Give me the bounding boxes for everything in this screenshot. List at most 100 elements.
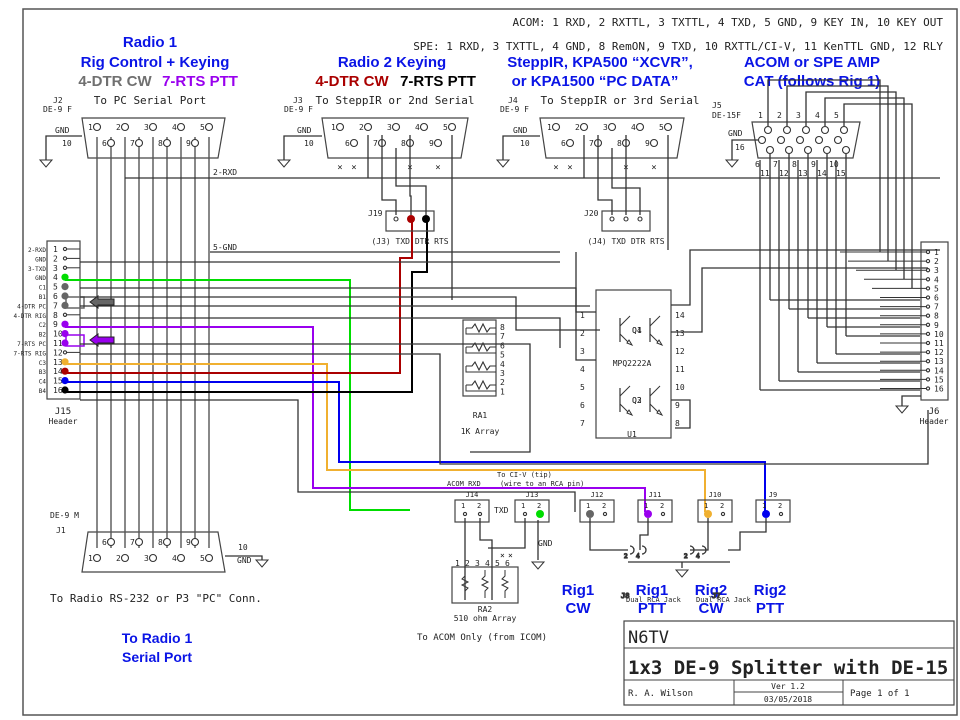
pin-socket (92, 553, 102, 563)
u1-pin-left: 3 (580, 347, 585, 356)
j6-pin (925, 340, 931, 346)
transistor-arrow (626, 339, 634, 347)
date: 03/05/2018 (764, 695, 812, 704)
j4-gnd-pin: 10 (520, 139, 530, 148)
pin (462, 511, 468, 517)
colored-wires (65, 222, 766, 512)
j6-pin-number: 14 (934, 366, 944, 375)
pin-socket (335, 122, 345, 132)
pin (602, 511, 608, 517)
j19-header: J19 (J3) TXD DTR RTS (368, 209, 449, 246)
to-radio1-subheading: Serial Port (122, 649, 192, 665)
pin-number: 1 (88, 554, 93, 563)
j15-pin-number: 12 (53, 348, 63, 357)
pin-number: 2 (575, 123, 580, 132)
j5-top-label: 4 (815, 111, 820, 120)
pin-number: 4 (415, 123, 420, 132)
pin-number: 7 (130, 139, 135, 148)
j15-pin-label: 3-TXD (28, 266, 46, 273)
amp-subheading: CAT (follows Rig 1) (744, 73, 880, 90)
j15-pin-label: 4-DTR PC (17, 303, 46, 310)
j5-pin-number: 6 (755, 160, 760, 169)
pin-socket (204, 553, 214, 563)
j15-pin (62, 256, 68, 261)
pin-number: 6 (345, 139, 350, 148)
pin-dot (762, 510, 770, 518)
pin-socket (663, 122, 673, 132)
pin-number: 4 (172, 123, 177, 132)
pin-number: 2 (720, 502, 724, 510)
ra1-pin-number: 4 (500, 360, 505, 369)
rig1-cw-label: Rig1 (562, 582, 595, 599)
no-connect-mark: × (435, 163, 440, 173)
pin-number: 2 (602, 502, 606, 510)
version: Ver 1.2 (771, 682, 805, 691)
ground-icon (254, 559, 270, 568)
pin-socket (814, 135, 824, 145)
pin-socket (551, 122, 561, 132)
no-connect-mark: × (508, 551, 513, 560)
j5-ref: J5 (712, 101, 722, 110)
txd-label: TXD (494, 506, 509, 515)
j15-pin-dot (61, 283, 69, 291)
j6-pin-number: 13 (934, 357, 944, 366)
resistor-icon (500, 570, 510, 598)
pin-number: 3 (144, 554, 149, 563)
j6-pin-number: 7 (934, 303, 939, 312)
j5-pin-number: 7 (773, 160, 778, 169)
ra2-pin-number: 5 (495, 559, 500, 568)
rig1-ptt-sub: PTT (638, 600, 666, 617)
pin-socket (190, 537, 200, 547)
j15-pin-number: 6 (53, 292, 58, 301)
ra2-resistor-array: 1 2 3 4 5 6× × RA2 510 ohm Array To ACOM Only … (417, 551, 547, 643)
j15-pin-number: 10 (53, 330, 63, 339)
ra1-pin-number: 8 (500, 323, 505, 332)
j6-pin (925, 331, 931, 337)
ra2-pin-number: 3 (475, 559, 480, 568)
rca-pin-number: 2 (684, 553, 688, 560)
j1-type: DE-9 M (50, 511, 79, 520)
pin-socket (795, 135, 805, 145)
j15-pin-label: GND (35, 256, 46, 263)
ra1-resistor-array: 87654321 RA1 1K Array (461, 319, 505, 436)
transistor-label: Q3 (632, 396, 642, 405)
pin-number: 9 (645, 139, 650, 148)
pin-number: 1 (704, 502, 708, 510)
j6-pin-number: 15 (934, 375, 944, 384)
pin-number: 2 (359, 123, 364, 132)
title-block: N6TV 1x3 DE-9 Splitter with DE-15 R. A. … (623, 620, 955, 706)
j15-pin-number: 13 (53, 358, 63, 367)
j4-j20-wires (583, 135, 669, 250)
pin (778, 511, 784, 517)
j5-pin-number: 12 (779, 169, 789, 178)
j15-pin-number: 4 (53, 273, 58, 282)
pin-number: 2 (116, 554, 121, 563)
pin-number: 1 (521, 502, 525, 510)
rig1-cw-sub: CW (566, 600, 592, 617)
j15-pin-label: B2 (39, 332, 47, 339)
pin-number: 6 (102, 538, 107, 547)
j6-pin-number: 16 (934, 385, 944, 394)
transistor-arrow (656, 339, 664, 347)
pin (522, 511, 528, 517)
j5-type: DE-15F (712, 111, 741, 120)
ground-icon (894, 405, 910, 414)
acom-pinout-note: ACOM: 1 RXD, 2 RXTTL, 3 TXTTL, 4 TXD, 5 … (513, 16, 944, 29)
pin-number: 1 (461, 502, 465, 510)
j6-pin (925, 268, 931, 273)
radio1-rts-label: 7-RTS PTT (162, 73, 238, 90)
pin (477, 511, 483, 517)
pin-socket (106, 537, 116, 547)
transistor-collector (649, 385, 661, 397)
pin-socket (349, 138, 359, 148)
j5-top-label: 1 (758, 111, 763, 120)
ra2-pin-number: 1 (455, 559, 460, 568)
ground-icon (674, 569, 690, 578)
wire-green (65, 279, 410, 511)
pin-number: 3 (603, 123, 608, 132)
j15-pin-number: 1 (53, 245, 58, 254)
j6-pin-number: 12 (934, 348, 944, 357)
j5-pin-number: 13 (798, 169, 808, 178)
acom-rxd-label: ACOM RXD (447, 480, 481, 488)
j3-gnd-label: GND (297, 126, 312, 135)
